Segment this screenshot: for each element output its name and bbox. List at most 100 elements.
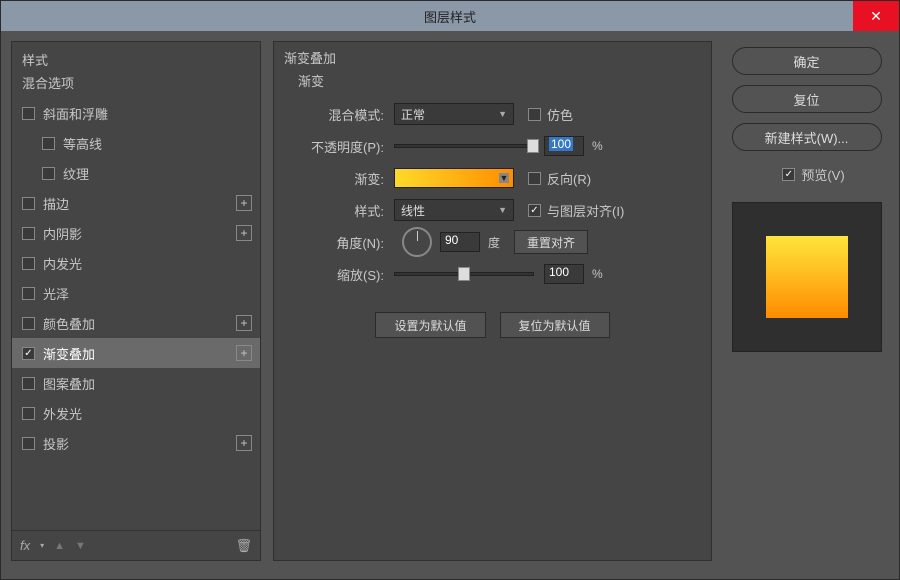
fx-menu[interactable]: fx — [20, 538, 30, 553]
styles-sidebar: 样式 混合选项 斜面和浮雕等高线纹理描边+内阴影+内发光光泽颜色叠加+渐变叠加+… — [11, 41, 261, 561]
style-item-label: 纹理 — [63, 164, 252, 183]
preview-label: 预览(V) — [801, 165, 844, 184]
dither-checkbox[interactable] — [528, 108, 541, 121]
style-item[interactable]: 光泽 — [12, 278, 260, 308]
sidebar-subheader[interactable]: 混合选项 — [12, 73, 260, 98]
style-checkbox[interactable] — [42, 137, 55, 150]
dialog-body: 样式 混合选项 斜面和浮雕等高线纹理描边+内阴影+内发光光泽颜色叠加+渐变叠加+… — [1, 31, 899, 579]
action-column: 确定 复位 新建样式(W)... 预览(V) — [724, 41, 889, 569]
gradient-row: 渐变: ▼ 反向(R) — [284, 162, 701, 194]
slider-thumb[interactable] — [458, 267, 470, 281]
style-checkbox[interactable] — [22, 257, 35, 270]
preview-swatch — [766, 236, 848, 318]
slider-thumb[interactable] — [527, 139, 539, 153]
gradient-swatch[interactable]: ▼ — [394, 168, 514, 188]
layer-style-dialog: 图层样式 ✕ 样式 混合选项 斜面和浮雕等高线纹理描边+内阴影+内发光光泽颜色叠… — [0, 0, 900, 580]
make-default-button[interactable]: 设置为默认值 — [375, 312, 485, 338]
style-list: 斜面和浮雕等高线纹理描边+内阴影+内发光光泽颜色叠加+渐变叠加+图案叠加外发光投… — [12, 98, 260, 530]
add-effect-icon[interactable]: + — [236, 435, 252, 451]
style-item[interactable]: 等高线 — [12, 128, 260, 158]
style-checkbox[interactable] — [22, 347, 35, 360]
style-row: 样式: 线性▼ 与图层对齐(I) — [284, 194, 701, 226]
preview-row: 预览(V) — [768, 165, 844, 184]
opacity-row: 不透明度(P): 100 % — [284, 130, 701, 162]
style-checkbox[interactable] — [22, 317, 35, 330]
angle-input[interactable]: 90 — [440, 232, 480, 252]
add-effect-icon[interactable]: + — [236, 315, 252, 331]
style-item-label: 颜色叠加 — [43, 314, 236, 333]
style-item[interactable]: 外发光 — [12, 398, 260, 428]
style-item-label: 描边 — [43, 194, 236, 213]
style-item[interactable]: 纹理 — [12, 158, 260, 188]
section-subtitle: 渐变 — [274, 71, 711, 98]
style-checkbox[interactable] — [22, 287, 35, 300]
style-select[interactable]: 线性▼ — [394, 199, 514, 221]
trash-icon[interactable]: 🗑 — [235, 538, 252, 554]
style-item-label: 光泽 — [43, 284, 252, 303]
reverse-checkbox[interactable] — [528, 172, 541, 185]
style-checkbox[interactable] — [22, 107, 35, 120]
blend-mode-row: 混合模式: 正常▼ 仿色 — [284, 98, 701, 130]
style-item[interactable]: 颜色叠加+ — [12, 308, 260, 338]
move-down-icon[interactable]: ▼ — [75, 540, 86, 552]
chevron-down-icon: ▼ — [499, 173, 509, 183]
reset-default-button[interactable]: 复位为默认值 — [500, 312, 610, 338]
angle-label: 角度(N): — [284, 233, 394, 252]
style-item-label: 投影 — [43, 434, 236, 453]
align-checkbox[interactable] — [528, 204, 541, 217]
style-checkbox[interactable] — [22, 437, 35, 450]
sidebar-footer: fx ▾ ▲ ▼ 🗑 — [12, 530, 260, 560]
opacity-slider[interactable] — [394, 144, 534, 148]
scale-input[interactable]: 100 — [544, 264, 584, 284]
chevron-down-icon: ▼ — [498, 205, 507, 215]
close-button[interactable]: ✕ — [853, 1, 899, 31]
style-checkbox[interactable] — [22, 377, 35, 390]
blend-mode-select[interactable]: 正常▼ — [394, 103, 514, 125]
blend-mode-label: 混合模式: — [284, 105, 394, 124]
style-item[interactable]: 内发光 — [12, 248, 260, 278]
add-effect-icon[interactable]: + — [236, 195, 252, 211]
style-item[interactable]: 斜面和浮雕 — [12, 98, 260, 128]
angle-row: 角度(N): 90 度 重置对齐 — [284, 226, 701, 258]
align-label: 与图层对齐(I) — [547, 201, 624, 220]
angle-dial[interactable] — [402, 227, 432, 257]
scale-label: 缩放(S): — [284, 265, 394, 284]
add-effect-icon[interactable]: + — [236, 345, 252, 361]
reverse-label: 反向(R) — [547, 169, 591, 188]
reset-align-button[interactable]: 重置对齐 — [514, 230, 588, 254]
move-up-icon[interactable]: ▲ — [54, 540, 65, 552]
default-buttons: 设置为默认值 复位为默认值 — [284, 312, 701, 338]
cancel-button[interactable]: 复位 — [732, 85, 882, 113]
style-item-label: 外发光 — [43, 404, 252, 423]
settings-panel: 渐变叠加 渐变 混合模式: 正常▼ 仿色 不透明度(P): 100 — [273, 41, 712, 561]
style-item[interactable]: 内阴影+ — [12, 218, 260, 248]
style-label: 样式: — [284, 201, 394, 220]
style-item[interactable]: 渐变叠加+ — [12, 338, 260, 368]
scale-slider[interactable] — [394, 272, 534, 276]
opacity-input[interactable]: 100 — [544, 136, 584, 156]
style-checkbox[interactable] — [22, 197, 35, 210]
ok-button[interactable]: 确定 — [732, 47, 882, 75]
new-style-button[interactable]: 新建样式(W)... — [732, 123, 882, 151]
dither-label: 仿色 — [547, 105, 573, 124]
style-item[interactable]: 图案叠加 — [12, 368, 260, 398]
style-item-label: 斜面和浮雕 — [43, 104, 252, 123]
style-item-label: 内发光 — [43, 254, 252, 273]
fx-caret-icon[interactable]: ▾ — [40, 541, 44, 550]
section-title: 渐变叠加 — [274, 46, 711, 71]
titlebar: 图层样式 ✕ — [1, 1, 899, 31]
style-checkbox[interactable] — [22, 407, 35, 420]
add-effect-icon[interactable]: + — [236, 225, 252, 241]
style-item-label: 图案叠加 — [43, 374, 252, 393]
preview-checkbox[interactable] — [782, 168, 795, 181]
opacity-label: 不透明度(P): — [284, 137, 394, 156]
style-item-label: 等高线 — [63, 134, 252, 153]
gradient-label: 渐变: — [284, 169, 394, 188]
style-checkbox[interactable] — [22, 227, 35, 240]
style-item[interactable]: 投影+ — [12, 428, 260, 458]
chevron-down-icon: ▼ — [498, 109, 507, 119]
style-item[interactable]: 描边+ — [12, 188, 260, 218]
style-item-label: 内阴影 — [43, 224, 236, 243]
style-checkbox[interactable] — [42, 167, 55, 180]
percent-unit: % — [592, 267, 603, 281]
